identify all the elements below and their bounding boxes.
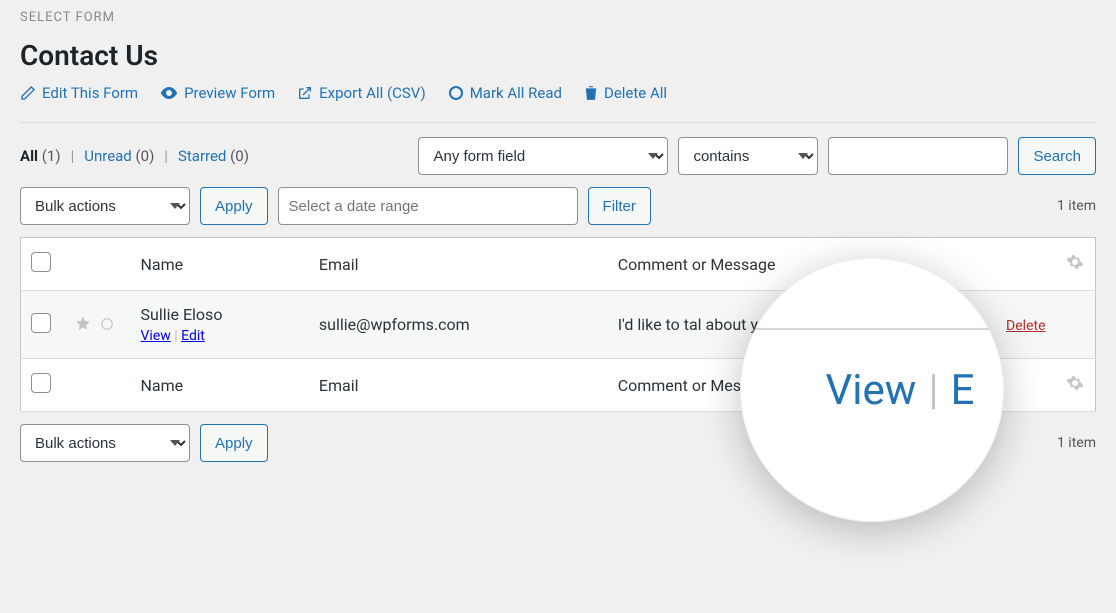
export-icon (297, 85, 313, 101)
delete-all-label: Delete All (604, 84, 667, 102)
preview-form-link[interactable]: Preview Form (160, 84, 275, 102)
filter-all-label: All (20, 147, 38, 165)
filter-unread-count: (0) (136, 147, 155, 165)
filter-all-count: (1) (42, 147, 61, 165)
apply-button-bottom[interactable]: Apply (200, 424, 268, 462)
row-edit-link[interactable]: Edit (181, 328, 205, 344)
date-range-input[interactable] (278, 187, 578, 225)
row-view-link[interactable]: View (141, 328, 171, 344)
divider (20, 122, 1096, 123)
filter-unread-label: Unread (84, 147, 132, 165)
col-email-footer[interactable]: Email (309, 359, 608, 412)
filter-unread[interactable]: Unread (0) (84, 147, 154, 165)
gear-icon-footer[interactable] (1066, 377, 1084, 396)
gear-icon[interactable] (1066, 256, 1084, 275)
mark-read-label: Mark All Read (470, 84, 562, 102)
row-email: sullie@wpforms.com (309, 291, 608, 359)
filter-button[interactable]: Filter (588, 187, 651, 225)
eye-icon (160, 86, 178, 100)
pencil-icon (20, 85, 36, 101)
magnifier-lens: View|E (740, 258, 1004, 522)
trash-icon (584, 85, 598, 101)
star-icon[interactable] (75, 316, 91, 335)
status-filters: All (1) | Unread (0) | Starred (0) (20, 147, 249, 165)
col-email[interactable]: Email (309, 238, 608, 291)
form-action-links: Edit This Form Preview Form Export All (… (20, 84, 1096, 102)
search-row: All (1) | Unread (0) | Starred (0) Any f… (20, 137, 1096, 175)
edit-form-label: Edit This Form (42, 84, 138, 102)
export-link[interactable]: Export All (CSV) (297, 84, 426, 102)
row-name: Sullie Eloso (141, 305, 299, 324)
filter-row: Bulk actions Apply Filter 1 item (20, 187, 1096, 225)
filter-starred-count: (0) (230, 147, 249, 165)
delete-all-link[interactable]: Delete All (584, 84, 667, 102)
select-form-label: SELECT FORM (20, 10, 1096, 25)
filter-all[interactable]: All (1) (20, 147, 61, 165)
separator: | (164, 147, 168, 165)
lens-edit-initial: E (951, 366, 975, 415)
row-checkbox[interactable] (31, 313, 51, 333)
export-label: Export All (CSV) (319, 84, 426, 102)
condition-select[interactable]: contains (678, 137, 818, 175)
page-title: Contact Us (20, 39, 1096, 72)
lens-view-text: View (826, 366, 917, 415)
bulk-actions-select-bottom[interactable]: Bulk actions (20, 424, 190, 462)
col-name[interactable]: Name (131, 238, 309, 291)
circle-outline-icon (448, 85, 464, 101)
search-input[interactable] (828, 137, 1008, 175)
lens-content: View|E (826, 366, 975, 415)
preview-form-label: Preview Form (184, 84, 275, 102)
edit-form-link[interactable]: Edit This Form (20, 84, 138, 102)
filter-starred[interactable]: Starred (0) (178, 147, 249, 165)
item-count-bottom: 1 item (1057, 435, 1096, 451)
mark-read-link[interactable]: Mark All Read (448, 84, 562, 102)
filter-starred-label: Starred (178, 147, 226, 165)
separator: | (71, 147, 75, 165)
read-status-icon[interactable] (100, 316, 114, 335)
lens-divider (740, 328, 1004, 330)
field-select[interactable]: Any form field (418, 137, 668, 175)
select-all-checkbox-footer[interactable] (31, 373, 51, 393)
apply-button[interactable]: Apply (200, 187, 268, 225)
col-name-footer[interactable]: Name (131, 359, 309, 412)
bulk-actions-select[interactable]: Bulk actions (20, 187, 190, 225)
search-button[interactable]: Search (1018, 137, 1096, 175)
item-count-top: 1 item (1057, 198, 1096, 214)
select-all-checkbox[interactable] (31, 252, 51, 272)
row-actions: View | Edit (141, 328, 299, 344)
row-delete-link[interactable]: Delete (1006, 318, 1045, 334)
